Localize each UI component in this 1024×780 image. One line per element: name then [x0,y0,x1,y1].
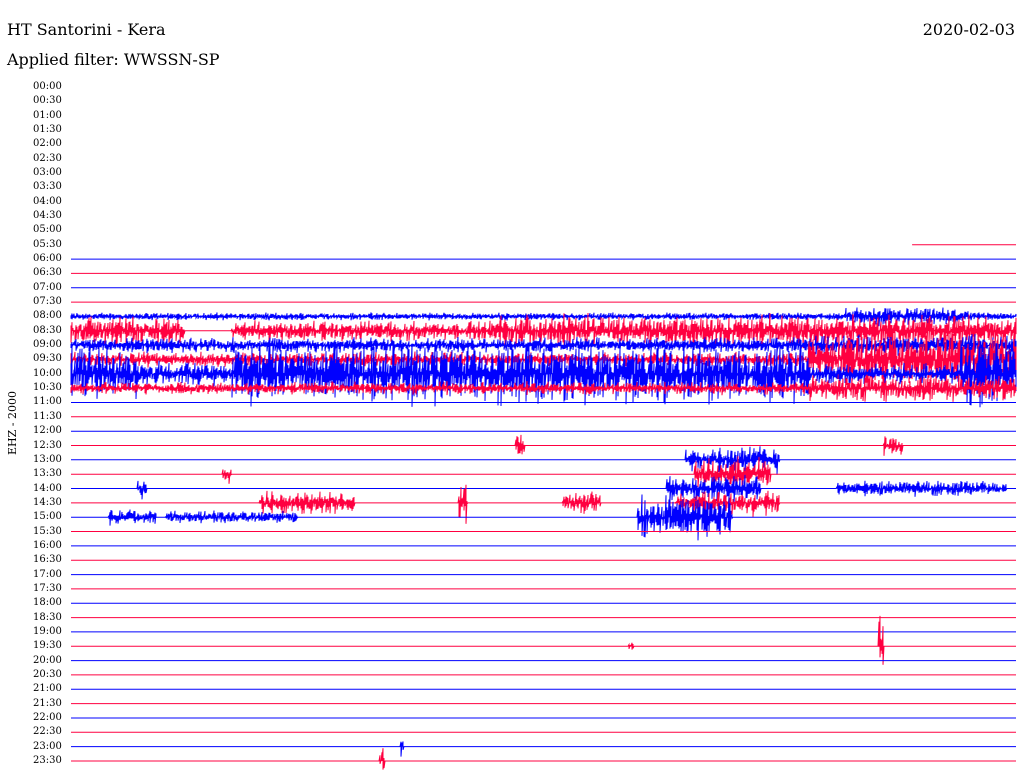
trace-1300 [71,446,1016,475]
trace-2330 [71,748,1016,770]
trace-1400 [71,474,1016,503]
trace-1230 [71,434,1016,456]
trace-1500 [71,494,1016,541]
trace-2300 [71,741,1016,757]
trace-1930 [71,615,1016,665]
helicorder-plot [70,244,1017,770]
